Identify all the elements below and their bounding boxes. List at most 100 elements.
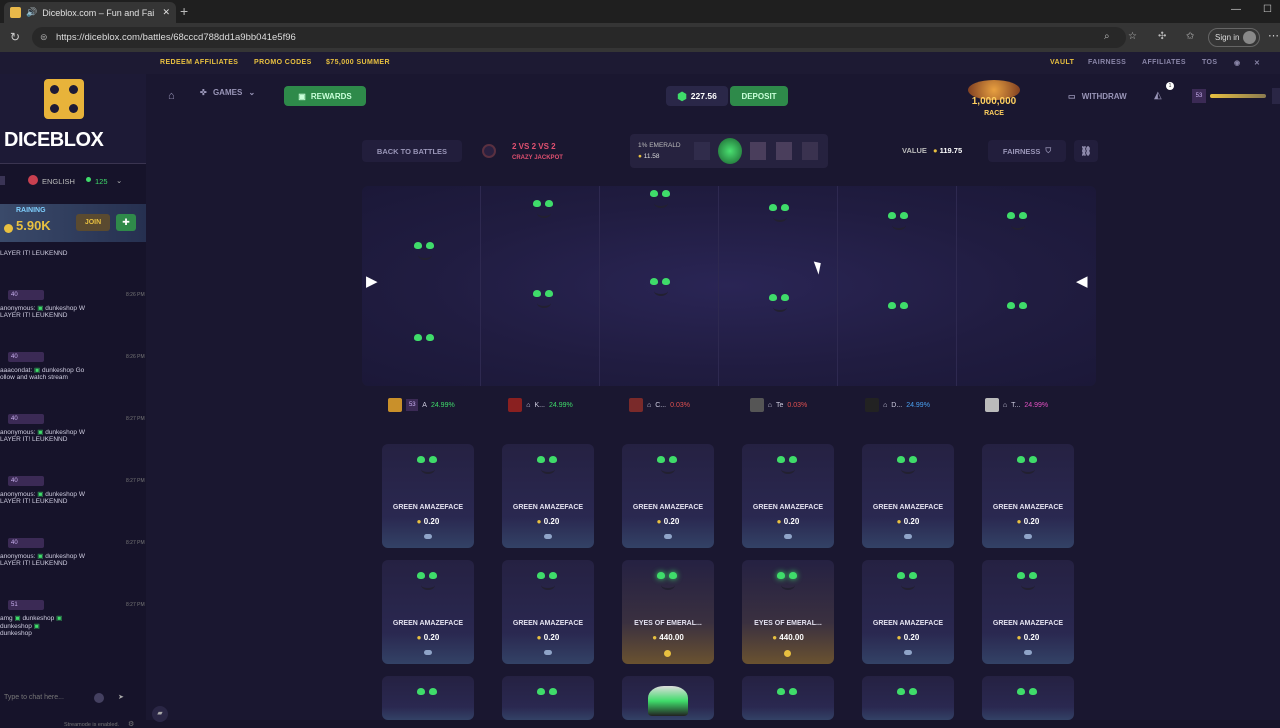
item-card[interactable]: GREEN AMAZEFACE ● 0.20: [622, 444, 714, 548]
rewards-button[interactable]: ▣ REWARDS: [284, 86, 366, 106]
chat-user[interactable]: anonymous: [0, 491, 34, 498]
sign-in-button[interactable]: Sign in: [1208, 28, 1260, 47]
chat-user[interactable]: amg: [0, 615, 13, 622]
item-card[interactable]: GREEN AMAZEFACE ● 0.20: [382, 560, 474, 664]
player-slot[interactable]: ⌂ T... 24.99%: [957, 392, 1076, 418]
address-bar[interactable]: ⊜ https://diceblox.com/battles/68cccd788…: [32, 27, 1126, 48]
star-icon[interactable]: ☆: [1128, 31, 1137, 42]
reload-icon[interactable]: ↻: [10, 30, 20, 44]
case-strip[interactable]: 1% EMERALD ● 11.58: [630, 134, 828, 168]
item-card[interactable]: GREEN AMAZEFACE ● 0.20: [862, 444, 954, 548]
player-avatar: [388, 398, 403, 412]
item-name: GREEN AMAZEFACE: [992, 620, 1064, 627]
race-banner[interactable]: 1,000,000 RACE: [958, 78, 1030, 122]
topnav-summer[interactable]: $75,000 SUMMER: [326, 59, 390, 66]
amazeface-icon: [533, 200, 555, 226]
item-card[interactable]: GREEN AMAZEFACE ● 0.20: [742, 444, 834, 548]
withdraw-button[interactable]: ▭ WITHDRAW: [1068, 92, 1127, 101]
fairness-button[interactable]: FAIRNESS ⛉: [988, 140, 1066, 162]
minimize-icon[interactable]: —: [1231, 4, 1241, 15]
deposit-button[interactable]: DEPOSIT: [730, 86, 788, 106]
item-price-value: 0.20: [663, 517, 680, 526]
player-slot[interactable]: ⌂ K... 24.99%: [481, 392, 600, 418]
chat-user[interactable]: anonymous: [0, 429, 34, 436]
item-card[interactable]: [502, 676, 594, 720]
chat-mention[interactable]: dunkeshop: [22, 615, 54, 622]
chat-level-badge: 40: [8, 352, 44, 362]
topnav-tos[interactable]: TOS: [1202, 59, 1217, 66]
item-card[interactable]: GREEN AMAZEFACE ● 0.20: [502, 560, 594, 664]
chat-user[interactable]: anonymous: [0, 553, 34, 560]
topnav-redeem-affiliates[interactable]: REDEEM AFFILIATES: [160, 59, 238, 66]
close-tab-icon[interactable]: ✕: [162, 7, 170, 18]
discord-icon[interactable]: ◉: [1234, 59, 1241, 67]
back-to-battles-button[interactable]: BACK TO BATTLES: [362, 140, 462, 162]
games-menu[interactable]: ✜ GAMES ⌄: [200, 88, 255, 97]
chat-input[interactable]: Type to chat here... ➤: [0, 688, 136, 708]
chat-mention[interactable]: dunkeshop: [45, 305, 77, 312]
item-card[interactable]: GREEN AMAZEFACE ● 0.20: [982, 444, 1074, 548]
item-card[interactable]: [982, 676, 1074, 720]
maximize-icon[interactable]: ☐: [1263, 4, 1272, 15]
item-card[interactable]: GREEN AMAZEFACE ● 0.20: [382, 444, 474, 548]
item-card[interactable]: GREEN AMAZEFACE ● 0.20: [982, 560, 1074, 664]
topnav-promo-codes[interactable]: PROMO CODES: [254, 59, 312, 66]
more-icon[interactable]: ⋯: [1268, 29, 1279, 42]
rain-tip-button[interactable]: ✚: [116, 214, 136, 231]
case-thumb-icon: [750, 142, 766, 160]
item-card[interactable]: GREEN AMAZEFACE ● 0.20: [502, 444, 594, 548]
item-card[interactable]: GREEN AMAZEFACE ● 0.20: [862, 560, 954, 664]
item-card[interactable]: [862, 676, 954, 720]
race-label: RACE: [984, 110, 1004, 117]
item-card[interactable]: EYES OF EMERAL... ● 440.00: [622, 560, 714, 664]
home-icon[interactable]: ⌂: [168, 90, 175, 102]
rain-banner: RAINING 5.90K JOIN ✚: [0, 204, 146, 242]
sidebar-toggle-icon[interactable]: [0, 176, 5, 185]
item-card[interactable]: [622, 676, 714, 720]
language-selector[interactable]: ENGLISH 125 ⌄: [0, 172, 146, 190]
new-tab-icon[interactable]: +: [180, 3, 188, 19]
browser-tab[interactable]: 🔊 Diceblox.com – Fun and Fai ✕: [4, 2, 176, 23]
item-name: GREEN AMAZEFACE: [632, 504, 704, 511]
user-menu-button[interactable]: [1272, 88, 1280, 104]
amazeface-icon: [417, 688, 439, 714]
player-slot[interactable]: ⌂ C... 0.03%: [600, 392, 719, 418]
topnav-vault[interactable]: VAULT: [1050, 59, 1074, 66]
brand-name: DICEBLOX: [4, 129, 104, 151]
player-slot[interactable]: ⌂ D... 24.99%: [838, 392, 957, 418]
emoji-icon[interactable]: [94, 693, 104, 703]
logo[interactable]: DICEBLOX: [0, 74, 146, 164]
bell-icon[interactable]: ◭: [1154, 90, 1162, 101]
item-price: ● 0.20: [536, 517, 560, 526]
chat-text: W: [78, 491, 85, 498]
item-price-value: 0.20: [783, 517, 800, 526]
chat-time: 8:27 PM: [126, 416, 145, 422]
player-slot[interactable]: 53 A 24.99%: [362, 392, 481, 418]
item-card[interactable]: EYES OF EMERAL... ● 440.00: [742, 560, 834, 664]
player-slot[interactable]: ⌂ Te 0.03%: [719, 392, 838, 418]
chat-mention[interactable]: dunkeshop: [45, 491, 77, 498]
chat-mention[interactable]: dunkeshop: [45, 553, 77, 560]
search-icon[interactable]: ⌕: [1104, 31, 1110, 42]
roller-right-pointer-icon: ◀: [1076, 273, 1088, 290]
topnav-fairness[interactable]: FAIRNESS: [1088, 59, 1126, 66]
twitter-icon[interactable]: ✕: [1254, 59, 1260, 67]
item-card[interactable]: [742, 676, 834, 720]
rain-join-button[interactable]: JOIN: [76, 214, 110, 231]
topnav-affiliates[interactable]: AFFILIATES: [1142, 59, 1186, 66]
chat-user[interactable]: anonymous: [0, 305, 34, 312]
settings-icon[interactable]: ⚙: [128, 720, 134, 728]
favorites-icon[interactable]: ✩: [1186, 31, 1194, 42]
chat-text: dunkeshop: [0, 623, 32, 630]
amazeface-icon: [417, 572, 439, 598]
chat-user[interactable]: aaacondat: [0, 367, 30, 374]
extensions-icon[interactable]: ✣: [1158, 31, 1166, 42]
site-info-icon[interactable]: ⊜: [40, 27, 48, 48]
item-card[interactable]: [382, 676, 474, 720]
chat-mention[interactable]: dunkeshop: [42, 367, 74, 374]
rarity-icon: [544, 650, 552, 655]
send-icon[interactable]: ➤: [118, 688, 124, 708]
chat-mention[interactable]: dunkeshop: [45, 429, 77, 436]
share-link-icon[interactable]: ⛓: [1074, 140, 1098, 162]
amazeface-icon: [1017, 572, 1039, 598]
